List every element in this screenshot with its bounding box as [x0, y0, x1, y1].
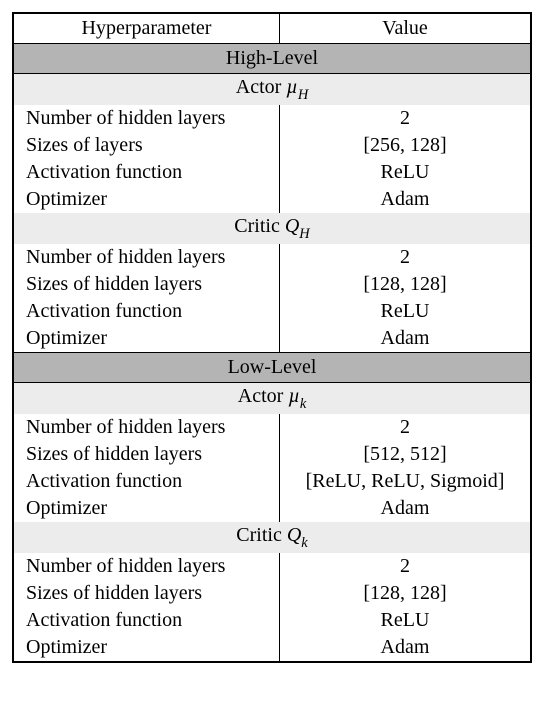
param-value: ReLU — [280, 607, 532, 634]
param-name: Sizes of hidden layers — [13, 580, 280, 607]
param-value: ReLU — [280, 298, 532, 325]
table-row: Number of hidden layers2 — [13, 553, 531, 580]
param-value: 2 — [280, 244, 532, 271]
subsection-symbol: µ — [286, 76, 298, 98]
table-row: Activation functionReLU — [13, 298, 531, 325]
table-row: Sizes of hidden layers[128, 128] — [13, 271, 531, 298]
param-name: Number of hidden layers — [13, 105, 280, 132]
table-row: Number of hidden layers2 — [13, 105, 531, 132]
subsection-symbol: Q — [287, 524, 301, 546]
subsection-critic-Q-k: Critic Qk — [13, 522, 531, 553]
param-name: Activation function — [13, 159, 280, 186]
section-label: High-Level — [13, 44, 531, 74]
table-row: Sizes of hidden layers[128, 128] — [13, 580, 531, 607]
subsection-symbol: Q — [285, 215, 299, 237]
param-name: Optimizer — [13, 495, 280, 522]
param-value: 2 — [280, 414, 532, 441]
table-row: Sizes of layers[256, 128] — [13, 132, 531, 159]
section-label: Low-Level — [13, 353, 531, 383]
table-header: Hyperparameter Value — [13, 13, 531, 44]
subsection-prefix: Critic — [234, 215, 285, 237]
param-name: Optimizer — [13, 325, 280, 353]
table-row: OptimizerAdam — [13, 186, 531, 213]
param-value: 2 — [280, 553, 532, 580]
table-row: OptimizerAdam — [13, 495, 531, 522]
param-value: Adam — [280, 634, 532, 662]
table-row: Activation function[ReLU, ReLU, Sigmoid] — [13, 468, 531, 495]
subsection-actor-mu-H: Actor µH — [13, 74, 531, 106]
subsection-subscript: k — [300, 396, 306, 412]
param-value: [ReLU, ReLU, Sigmoid] — [280, 468, 532, 495]
header-left: Hyperparameter — [13, 13, 280, 44]
param-name: Optimizer — [13, 186, 280, 213]
subsection-critic-Q-H: Critic QH — [13, 213, 531, 244]
param-value: Adam — [280, 495, 532, 522]
param-name: Number of hidden layers — [13, 244, 280, 271]
param-value: [128, 128] — [280, 580, 532, 607]
section-low-level: Low-Level — [13, 353, 531, 383]
param-name: Sizes of hidden layers — [13, 441, 280, 468]
param-name: Number of hidden layers — [13, 553, 280, 580]
param-value: 2 — [280, 105, 532, 132]
subsection-subscript: H — [298, 87, 308, 103]
subsection-subscript: k — [301, 535, 307, 551]
param-value: [128, 128] — [280, 271, 532, 298]
subsection-actor-mu-k: Actor µk — [13, 383, 531, 415]
param-name: Optimizer — [13, 634, 280, 662]
param-value: ReLU — [280, 159, 532, 186]
section-high-level: High-Level — [13, 44, 531, 74]
param-value: Adam — [280, 325, 532, 353]
param-name: Activation function — [13, 468, 280, 495]
header-right: Value — [280, 13, 532, 44]
table-row: Number of hidden layers2 — [13, 244, 531, 271]
subsection-prefix: Actor — [238, 385, 289, 407]
param-name: Sizes of hidden layers — [13, 271, 280, 298]
hyperparameter-table: Hyperparameter Value High-Level Actor µH… — [12, 12, 532, 663]
param-name: Activation function — [13, 607, 280, 634]
subsection-prefix: Actor — [236, 76, 287, 98]
table-row: Number of hidden layers2 — [13, 414, 531, 441]
table-row: Activation functionReLU — [13, 159, 531, 186]
table-row: Activation functionReLU — [13, 607, 531, 634]
subsection-prefix: Critic — [236, 524, 287, 546]
subsection-symbol: µ — [288, 385, 300, 407]
param-value: [256, 128] — [280, 132, 532, 159]
subsection-subscript: H — [299, 226, 309, 242]
param-value: [512, 512] — [280, 441, 532, 468]
table-row: OptimizerAdam — [13, 634, 531, 662]
param-value: Adam — [280, 186, 532, 213]
param-name: Number of hidden layers — [13, 414, 280, 441]
table-row: OptimizerAdam — [13, 325, 531, 353]
table-row: Sizes of hidden layers[512, 512] — [13, 441, 531, 468]
param-name: Sizes of layers — [13, 132, 280, 159]
param-name: Activation function — [13, 298, 280, 325]
